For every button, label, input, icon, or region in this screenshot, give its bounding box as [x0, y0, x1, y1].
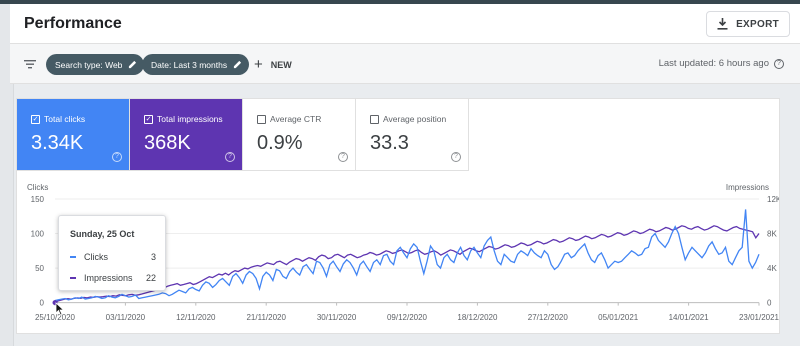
x-tick-label: 23/01/2021 [739, 313, 779, 322]
checkbox-checked-icon[interactable]: ✓ [144, 114, 153, 124]
metric-total-clicks[interactable]: ✓ Total clicks 3.34K ? [17, 99, 130, 171]
checkbox-unchecked-icon[interactable] [257, 114, 266, 124]
edit-icon [233, 60, 242, 69]
chart-tooltip: Sunday, 25 Oct Clicks 3 Impressions 22 [58, 215, 166, 291]
left-tick-label: 50 [35, 264, 44, 273]
checkbox-checked-icon[interactable]: ✓ [31, 114, 40, 124]
metric-average-ctr[interactable]: Average CTR 0.9% ? [243, 99, 356, 171]
x-tick-label: 05/01/2021 [598, 313, 639, 322]
new-filter-button[interactable]: + NEW [254, 56, 292, 73]
tooltip-series-value: 3 [150, 252, 156, 262]
edit-icon [129, 60, 137, 69]
export-button[interactable]: EXPORT [706, 11, 790, 37]
metric-value: 0.9% [257, 132, 303, 154]
chip-search-type[interactable]: Search type: Web [46, 54, 145, 75]
right-tick-label: 0 [767, 299, 772, 308]
metric-label: Total clicks [44, 114, 86, 124]
tooltip-series-name: Clicks [84, 252, 108, 262]
export-label: EXPORT [736, 18, 779, 30]
x-tick-label: 03/11/2020 [106, 313, 146, 322]
left-tick-label: 100 [31, 230, 45, 239]
metric-total-impressions[interactable]: ✓ Total impressions 368K ? [130, 99, 243, 171]
mouse-pointer-icon [55, 302, 65, 316]
help-icon[interactable]: ? [451, 152, 461, 162]
page-title: Performance [24, 15, 122, 32]
download-icon [717, 18, 728, 30]
tooltip-row-impressions: Impressions 22 [70, 273, 156, 283]
x-tick-label: 09/12/2020 [387, 313, 428, 322]
help-icon[interactable]: ? [338, 152, 348, 162]
page-header: Performance EXPORT [10, 4, 800, 44]
tooltip-row-clicks: Clicks 3 [70, 252, 156, 262]
left-tick-label: 150 [31, 195, 45, 204]
impressions-swatch [70, 277, 76, 279]
x-tick-label: 12/11/2020 [176, 313, 216, 322]
x-tick-label: 14/01/2021 [669, 313, 710, 322]
x-tick-label: 30/11/2020 [317, 313, 357, 322]
filter-icon[interactable] [22, 56, 38, 72]
metric-value: 368K [144, 132, 191, 154]
metric-average-position[interactable]: Average position 33.3 ? [356, 99, 469, 171]
chip-label: Search type: Web [55, 59, 123, 70]
metric-label: Total impressions [157, 114, 223, 124]
metric-value: 3.34K [31, 132, 84, 154]
checkbox-unchecked-icon[interactable] [370, 114, 379, 124]
x-tick-label: 21/11/2020 [246, 313, 286, 322]
metric-value: 33.3 [370, 132, 409, 154]
right-tick-label: 4K [767, 264, 777, 273]
chip-label: Date: Last 3 months [151, 59, 228, 70]
tooltip-series-name: Impressions [84, 273, 133, 283]
help-icon[interactable]: ? [225, 152, 235, 162]
metric-label: Average position [383, 114, 447, 124]
tooltip-series-value: 22 [145, 273, 156, 283]
tooltip-date: Sunday, 25 Oct [70, 229, 135, 239]
metric-label: Average CTR [270, 114, 322, 124]
x-tick-label: 18/12/2020 [457, 313, 498, 322]
filter-bar: Search type: Web Date: Last 3 months + N… [10, 44, 800, 84]
x-tick-label: 27/12/2020 [528, 313, 569, 322]
help-icon[interactable]: ? [112, 152, 122, 162]
left-tick-label: 0 [40, 299, 45, 308]
help-icon[interactable]: ? [774, 58, 784, 69]
plus-icon: + [254, 56, 263, 73]
new-label: NEW [270, 59, 292, 70]
last-updated-text: Last updated: 6 hours ago [658, 58, 769, 69]
last-updated: Last updated: 6 hours ago ? [659, 58, 784, 69]
left-axis-label: Clicks [27, 183, 48, 192]
chip-date-range[interactable]: Date: Last 3 months [142, 54, 250, 75]
right-tick-label: 12K [767, 195, 779, 204]
right-axis-label: Impressions [726, 183, 769, 192]
right-tick-label: 8K [767, 230, 777, 239]
clicks-swatch [70, 256, 76, 258]
